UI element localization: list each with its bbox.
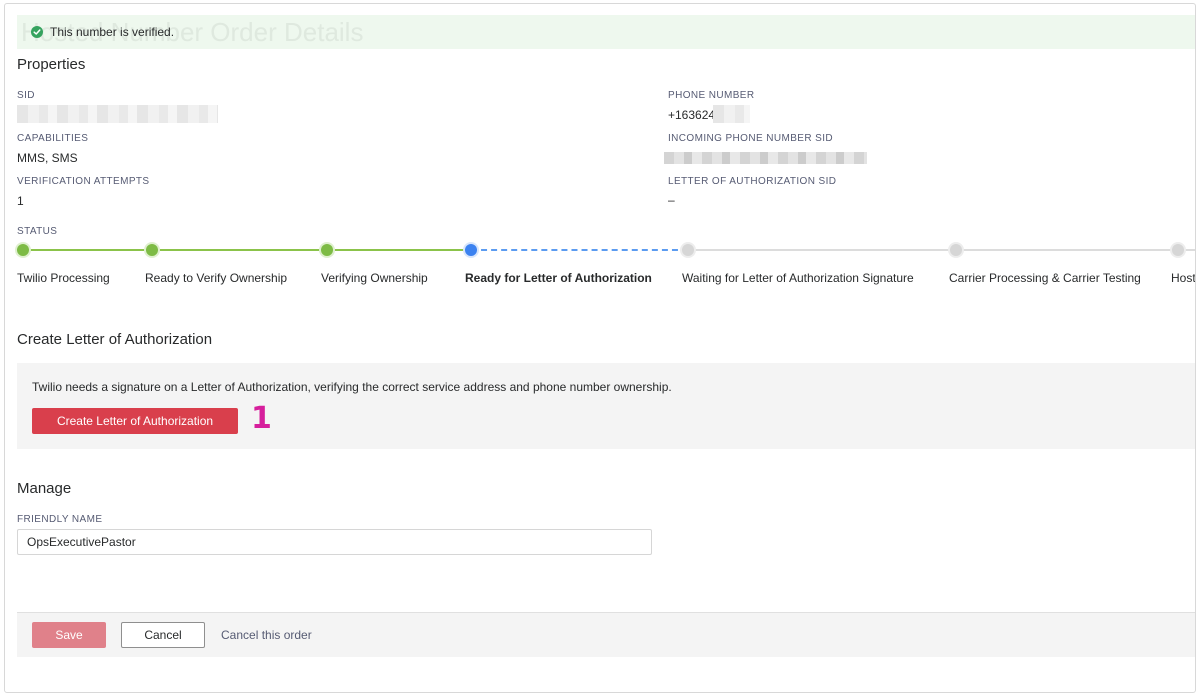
progress-line-todo bbox=[688, 249, 1195, 251]
phone-number-label: PHONE NUMBER bbox=[668, 90, 755, 101]
phone-number-value: +163624 bbox=[668, 108, 716, 122]
loa-sid-value: – bbox=[668, 193, 675, 207]
status-step-ready-for-loa: Ready for Letter of Authorization bbox=[465, 271, 652, 285]
status-dot-hosted bbox=[1172, 244, 1184, 256]
capabilities-value: MMS, SMS bbox=[17, 151, 78, 165]
status-dot-carrier-processing bbox=[950, 244, 962, 256]
manage-heading: Manage bbox=[17, 480, 72, 497]
sid-label: SID bbox=[17, 90, 35, 101]
cancel-order-link[interactable]: Cancel this order bbox=[221, 628, 312, 642]
loa-sid-label: LETTER OF AUTHORIZATION SID bbox=[668, 176, 837, 187]
loa-description: Twilio needs a signature on a Letter of … bbox=[32, 380, 672, 394]
friendly-name-label: FRIENDLY NAME bbox=[17, 514, 103, 525]
verification-attempts-value: 1 bbox=[17, 194, 24, 208]
status-dot-ready-for-loa bbox=[465, 244, 477, 256]
incoming-sid-redacted bbox=[664, 152, 867, 164]
status-step-twilio-processing: Twilio Processing bbox=[17, 271, 110, 285]
status-dot-twilio-processing bbox=[17, 244, 29, 256]
progress-line-done bbox=[23, 249, 471, 251]
form-footer: Save Cancel Cancel this order bbox=[17, 612, 1195, 657]
status-dot-ready-to-verify bbox=[146, 244, 158, 256]
status-step-hosted: Hosted bbox=[1171, 271, 1196, 285]
sid-value-redacted bbox=[17, 105, 218, 123]
banner-message: This number is verified. bbox=[50, 25, 175, 39]
check-circle-icon bbox=[31, 26, 43, 38]
phone-number-redacted bbox=[713, 105, 750, 123]
status-dot-verifying-ownership bbox=[321, 244, 333, 256]
loa-panel: Twilio needs a signature on a Letter of … bbox=[17, 363, 1195, 449]
status-step-waiting-loa-signature: Waiting for Letter of Authorization Sign… bbox=[682, 271, 914, 285]
step-annotation-number: 1 bbox=[251, 401, 272, 436]
banner-message-row: This number is verified. bbox=[31, 25, 174, 39]
status-step-verifying-ownership: Verifying Ownership bbox=[321, 271, 428, 285]
page-frame: Hosted Number Order Details This number … bbox=[4, 3, 1196, 693]
status-label: STATUS bbox=[17, 226, 58, 237]
status-step-ready-to-verify: Ready to Verify Ownership bbox=[145, 271, 288, 285]
create-loa-button[interactable]: Create Letter of Authorization bbox=[32, 408, 238, 434]
verification-attempts-label: VERIFICATION ATTEMPTS bbox=[17, 176, 150, 187]
status-step-carrier-processing: Carrier Processing & Carrier Testing bbox=[949, 271, 1141, 285]
properties-heading: Properties bbox=[17, 56, 86, 73]
progress-line-active bbox=[471, 249, 688, 251]
cancel-button[interactable]: Cancel bbox=[121, 622, 205, 648]
loa-heading: Create Letter of Authorization bbox=[17, 331, 213, 348]
save-button[interactable]: Save bbox=[32, 622, 106, 648]
friendly-name-input[interactable] bbox=[17, 529, 652, 555]
success-banner: Hosted Number Order Details This number … bbox=[17, 15, 1195, 49]
capabilities-label: CAPABILITIES bbox=[17, 133, 89, 144]
status-dot-waiting-loa-signature bbox=[682, 244, 694, 256]
incoming-sid-label: INCOMING PHONE NUMBER SID bbox=[668, 133, 834, 144]
